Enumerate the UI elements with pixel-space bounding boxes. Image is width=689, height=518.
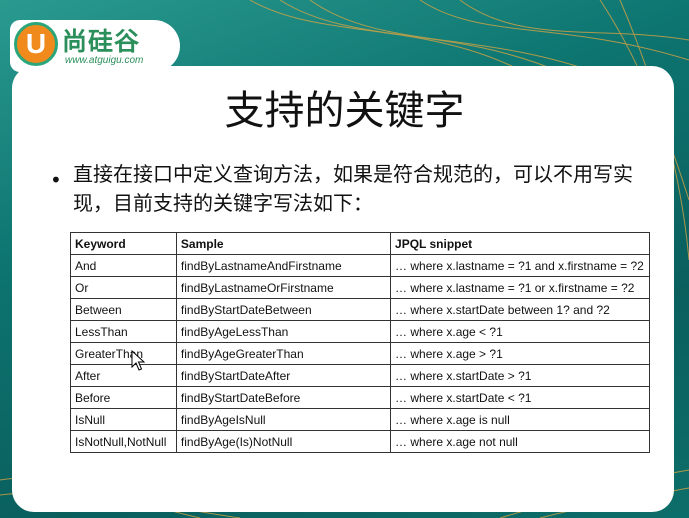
cell-jpql: … where x.lastname = ?1 and x.firstname … <box>390 254 650 277</box>
cell-sample: findByStartDateBetween <box>175 298 392 321</box>
bullet-icon: • <box>50 168 62 192</box>
cell-jpql: … where x.lastname = ?1 or x.firstname =… <box>390 276 650 299</box>
cell-sample: findByLastnameAndFirstname <box>175 254 392 277</box>
cell-keyword: LessThan <box>70 320 177 343</box>
header-sample: Sample <box>175 232 392 255</box>
logo-circle-icon: U <box>14 22 58 66</box>
cell-keyword: GreaterThan <box>70 342 177 365</box>
cell-keyword: And <box>70 254 177 277</box>
cell-jpql: … where x.age > ?1 <box>390 342 650 365</box>
cell-sample: findByAgeLessThan <box>175 320 392 343</box>
table-row: IsNotNull,NotNull findByAge(Is)NotNull …… <box>70 430 650 453</box>
mouse-pointer-icon <box>131 349 146 376</box>
cell-jpql: … where x.age not null <box>390 430 650 453</box>
table-header-row: Keyword Sample JPQL snippet <box>70 232 650 255</box>
table-row: Between findByStartDateBetween … where x… <box>70 298 650 321</box>
logo-letter: U <box>25 28 47 59</box>
cell-jpql: … where x.startDate < ?1 <box>390 386 650 409</box>
table-row: After findByStartDateAfter … where x.sta… <box>70 364 650 387</box>
cell-sample: findByStartDateBefore <box>175 386 392 409</box>
cell-keyword: Before <box>70 386 177 409</box>
cell-sample: findByStartDateAfter <box>175 364 392 387</box>
table-row: Before findByStartDateBefore … where x.s… <box>70 386 650 409</box>
cell-keyword: IsNotNull,NotNull <box>70 430 177 453</box>
cell-jpql: … where x.startDate > ?1 <box>390 364 650 387</box>
logo-url: www.atguigu.com <box>65 55 144 66</box>
cell-sample: findByAge(Is)NotNull <box>175 430 392 453</box>
slide-description: 直接在接口中定义查询方法，如果是符合规范的，可以不用写实现，目前支持的关键字写法… <box>73 162 633 215</box>
cell-sample: findByLastnameOrFirstname <box>175 276 392 299</box>
table-row: GreaterThan findByAgeGreaterThan … where… <box>70 342 650 365</box>
cell-jpql: … where x.age < ?1 <box>390 320 650 343</box>
cell-sample: findByAgeIsNull <box>175 408 392 431</box>
table-row: LessThan findByAgeLessThan … where x.age… <box>70 320 650 343</box>
table-row: IsNull findByAgeIsNull … where x.age is … <box>70 408 650 431</box>
table-row: Or findByLastnameOrFirstname … where x.l… <box>70 276 650 299</box>
cell-jpql: … where x.startDate between 1? and ?2 <box>390 298 650 321</box>
keyword-table: Keyword Sample JPQL snippet And findByLa… <box>70 232 650 453</box>
table-row: And findByLastnameAndFirstname … where x… <box>70 254 650 277</box>
brand-logo: U 尚硅谷 www.atguigu.com <box>10 20 180 72</box>
header-jpql-snippet: JPQL snippet <box>390 232 650 255</box>
logo-name: 尚硅谷 <box>62 27 141 56</box>
cell-keyword: IsNull <box>70 408 177 431</box>
header-keyword: Keyword <box>70 232 177 255</box>
slide-title: 支持的关键字 <box>224 88 465 134</box>
cell-sample: findByAgeGreaterThan <box>175 342 392 365</box>
cell-keyword: Between <box>70 298 177 321</box>
cell-jpql: … where x.age is null <box>390 408 650 431</box>
cell-keyword: Or <box>70 276 177 299</box>
cell-keyword: After <box>70 364 177 387</box>
